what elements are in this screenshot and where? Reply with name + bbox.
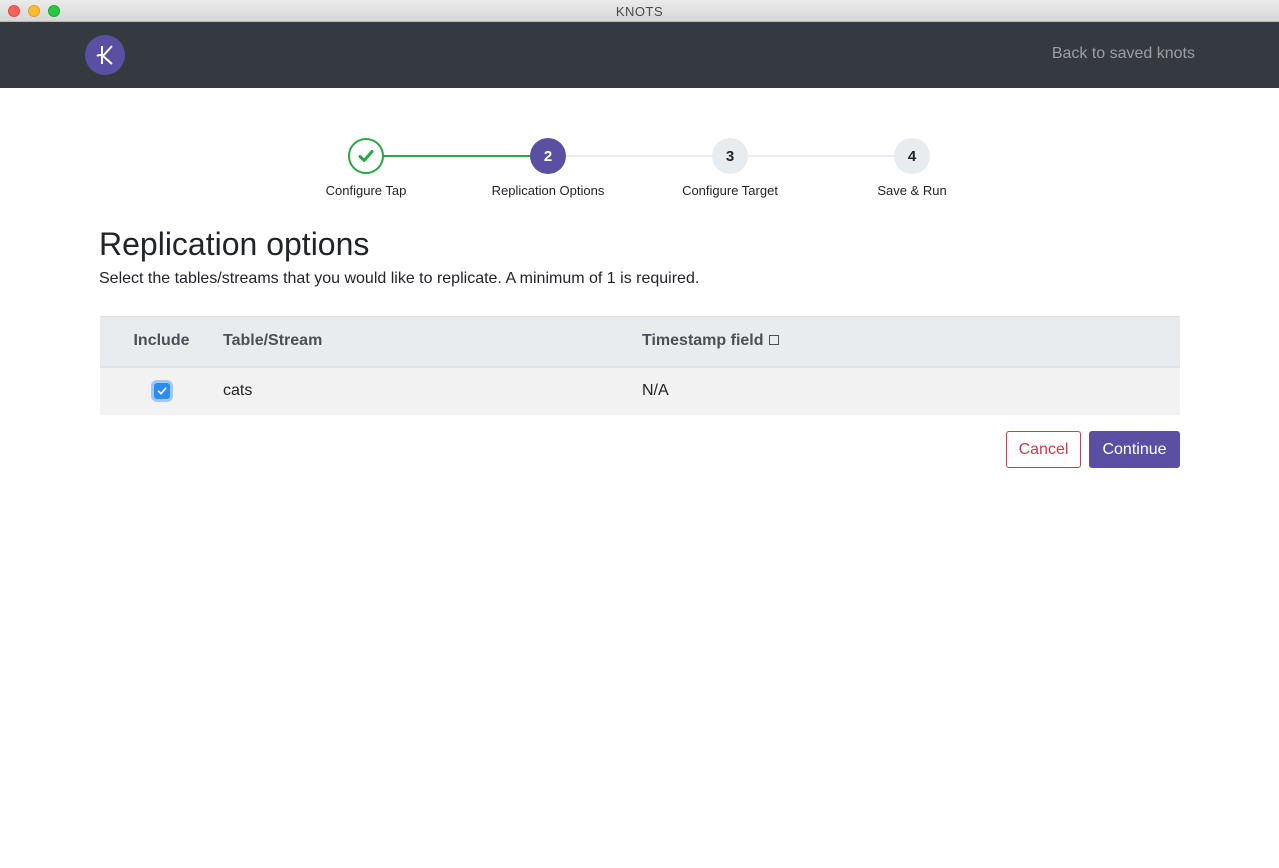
step-1-check-icon (348, 138, 384, 174)
header-include: Include (100, 316, 223, 368)
include-checkbox[interactable] (153, 382, 170, 399)
step-2-label: Replication Options (491, 183, 605, 198)
step-3-label: Configure Target (682, 183, 778, 198)
step-connector-2 (566, 155, 712, 157)
stream-name-cell: cats (223, 382, 253, 399)
progress-stepper: Configure Tap 2 Replication Options 3 Co… (0, 0, 1279, 210)
timestamp-field-cell: N/A (642, 382, 669, 399)
continue-button[interactable]: Continue (1089, 431, 1180, 468)
header-timestamp-field: Timestamp field (642, 316, 1180, 368)
header-table-stream: Table/Stream (223, 316, 642, 368)
step-4-label: Save & Run (877, 183, 947, 198)
streams-table: Include Table/Stream Timestamp field cat… (100, 316, 1180, 415)
step-2-circle: 2 (530, 138, 566, 174)
step-4-circle: 4 (894, 138, 930, 174)
include-cell (100, 367, 223, 415)
table-row: cats N/A (100, 366, 1180, 415)
step-3-circle: 3 (712, 138, 748, 174)
step-connector-3 (748, 155, 894, 157)
table-header-row: Include Table/Stream Timestamp field (100, 316, 1180, 368)
timestamp-info-icon[interactable] (768, 335, 779, 346)
cancel-button[interactable]: Cancel (1006, 431, 1081, 468)
page-title: Replication options (99, 226, 370, 262)
step-1-label: Configure Tap (325, 183, 407, 198)
step-connector-1 (384, 155, 530, 157)
page-subtitle: Select the tables/streams that you would… (99, 270, 700, 287)
